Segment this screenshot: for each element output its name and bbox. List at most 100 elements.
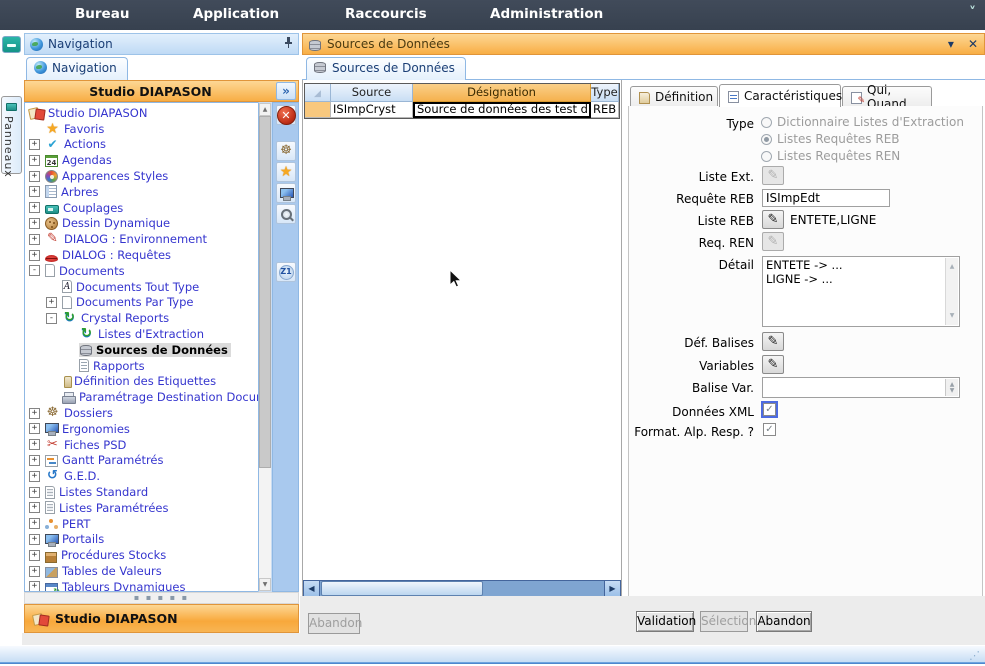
dock-splitter[interactable]: ▪ ▪ ▪ ▪ ▪ xyxy=(24,592,299,604)
tab-sources-de-donnees[interactable]: Sources de Données xyxy=(306,57,466,80)
tree-scrollbar-thumb[interactable] xyxy=(259,116,271,468)
menu-item-administration[interactable]: Administration xyxy=(490,6,603,22)
expand-icon[interactable]: + xyxy=(46,297,57,308)
abandon-button[interactable]: Abandon xyxy=(756,611,812,632)
radio-button[interactable] xyxy=(761,117,772,128)
row-selector-cell[interactable] xyxy=(305,102,331,118)
tree-item[interactable]: +Gantt Paramétrés xyxy=(25,453,258,469)
expand-icon[interactable]: + xyxy=(29,550,40,561)
collapse-icon[interactable]: - xyxy=(46,313,57,324)
tab-definition[interactable]: Définition xyxy=(630,86,718,107)
scroll-down-icon[interactable]: ▼ xyxy=(259,578,271,591)
tree-item[interactable]: +Apparences Styles xyxy=(25,168,258,184)
tree-item[interactable]: Listes d'Extraction xyxy=(25,326,258,342)
spin-down-icon[interactable]: ▼ xyxy=(946,387,958,394)
def-balises-edit-button[interactable] xyxy=(762,332,784,351)
expand-icon[interactable]: + xyxy=(29,502,40,513)
expand-icon[interactable]: + xyxy=(29,487,40,498)
tree-item[interactable]: +Dossiers xyxy=(25,405,258,421)
tree-item[interactable]: +PERT xyxy=(25,516,258,532)
expand-icon[interactable]: + xyxy=(29,566,40,577)
tree-item[interactable]: +Documents Par Type xyxy=(25,295,258,311)
tree-item[interactable]: Sources de Données xyxy=(25,342,258,358)
tree-item[interactable]: Paramétrage Destination Document xyxy=(25,389,258,405)
scroll-down-icon[interactable]: ▼ xyxy=(946,309,958,323)
tree-item[interactable]: -Crystal Reports xyxy=(25,310,258,326)
cell-source[interactable]: ISImpCryst xyxy=(331,102,413,118)
scroll-up-icon[interactable]: ▲ xyxy=(946,260,958,274)
tree-item-selected[interactable]: Sources de Données xyxy=(79,343,231,357)
tab-caracteristiques[interactable]: Caractéristiques xyxy=(719,84,841,107)
tree-item[interactable]: +DIALOG : Requêtes xyxy=(25,247,258,263)
column-header-designation[interactable]: Désignation xyxy=(413,84,591,102)
tab-qui-quand[interactable]: Qui, Quand xyxy=(842,86,932,107)
expand-icon[interactable]: + xyxy=(29,218,40,229)
expand-icon[interactable]: + xyxy=(29,423,40,434)
tree-item[interactable]: +Tables de Valeurs xyxy=(25,563,258,579)
tree-item[interactable]: Définition des Etiquettes xyxy=(25,374,258,390)
cell-type[interactable]: REB xyxy=(591,102,619,118)
expand-icon[interactable]: + xyxy=(29,234,40,245)
close-red-button[interactable] xyxy=(276,105,296,125)
expand-icon[interactable]: + xyxy=(29,581,40,592)
tree-scrollbar[interactable]: ▲ ▼ xyxy=(258,102,272,592)
balise-var-spinner[interactable]: ▲▼ xyxy=(945,379,958,396)
menu-item-application[interactable]: Application xyxy=(193,6,279,22)
expand-icon[interactable]: + xyxy=(29,408,40,419)
chevron-down-icon[interactable]: ˅ xyxy=(969,5,976,21)
tree-item[interactable]: +Ergonomies xyxy=(25,421,258,437)
window-menu-icon[interactable]: ▾ xyxy=(948,37,954,51)
tree-item[interactable]: +Procédures Stocks xyxy=(25,547,258,563)
tree-item[interactable]: -Documents xyxy=(25,263,258,279)
monitor-button[interactable] xyxy=(276,183,296,203)
tree-item[interactable]: Rapports xyxy=(25,358,258,374)
tree-item[interactable]: +Dessin Dynamique xyxy=(25,216,258,232)
tree-item[interactable]: +Agendas xyxy=(25,152,258,168)
resize-grip-icon[interactable]: ⋰ xyxy=(969,649,980,662)
tree-item[interactable]: Studio DIAPASON xyxy=(25,105,258,121)
tree-item[interactable]: +Listes Standard xyxy=(25,484,258,500)
expand-icon[interactable]: + xyxy=(29,439,40,450)
format-alp-checkbox[interactable]: ✓ xyxy=(763,423,776,436)
z1-button[interactable]: Z1 xyxy=(276,262,296,282)
wheel-button[interactable] xyxy=(276,141,296,161)
scroll-right-icon[interactable]: ▶ xyxy=(604,581,620,596)
tab-navigation[interactable]: Navigation xyxy=(26,57,128,80)
tree-item[interactable]: +Couplages xyxy=(25,200,258,216)
magnifier-button[interactable] xyxy=(276,204,296,224)
tree-item[interactable]: +Portails xyxy=(25,532,258,548)
expand-icon[interactable]: + xyxy=(29,471,40,482)
requete-reb-input[interactable]: ISImpEdt xyxy=(762,189,890,207)
panneaux-vertical-tab[interactable]: Panneaux xyxy=(1,96,22,174)
tree-item[interactable]: +DIALOG : Environnement xyxy=(25,231,258,247)
radio-button[interactable] xyxy=(761,151,772,162)
column-header-source[interactable]: Source xyxy=(331,84,413,102)
tree-item[interactable]: +Tableurs Dynamiques xyxy=(25,579,258,592)
tree-item[interactable]: +Actions xyxy=(25,137,258,153)
balise-var-input[interactable]: ▲▼ xyxy=(762,377,960,398)
menu-item-raccourcis[interactable]: Raccourcis xyxy=(345,6,427,22)
table-row[interactable]: ISImpCryst Source de données des test d'… xyxy=(305,102,619,118)
expand-icon[interactable]: + xyxy=(29,171,40,182)
radio-button[interactable] xyxy=(761,134,772,145)
menu-item-bureau[interactable]: Bureau xyxy=(75,6,129,22)
expand-icon[interactable]: + xyxy=(29,186,40,197)
horizontal-scrollbar-thumb[interactable] xyxy=(321,581,483,596)
star-button[interactable] xyxy=(276,162,296,182)
detail-scrollbar[interactable]: ▲▼ xyxy=(945,258,958,325)
validation-button[interactable]: Validation xyxy=(636,611,694,632)
scroll-up-icon[interactable]: ▲ xyxy=(259,103,271,116)
expand-group-button[interactable]: » xyxy=(276,82,296,100)
expand-icon[interactable]: + xyxy=(29,534,40,545)
variables-edit-button[interactable] xyxy=(762,355,784,374)
dock-panel-button[interactable] xyxy=(2,36,21,53)
studio-bottom-bar[interactable]: Studio DIAPASON xyxy=(24,604,299,633)
tree-item[interactable]: +G.E.D. xyxy=(25,468,258,484)
expand-icon[interactable]: + xyxy=(29,202,40,213)
collapse-icon[interactable]: - xyxy=(29,265,40,276)
detail-textarea[interactable]: ENTETE -> ... LIGNE -> ... ▲▼ xyxy=(762,256,960,327)
expand-icon[interactable]: + xyxy=(29,250,40,261)
cell-designation[interactable]: Source de données des test d'édition xyxy=(413,102,591,118)
liste-reb-edit-button[interactable] xyxy=(762,210,784,229)
tree-item[interactable]: Favoris xyxy=(25,121,258,137)
